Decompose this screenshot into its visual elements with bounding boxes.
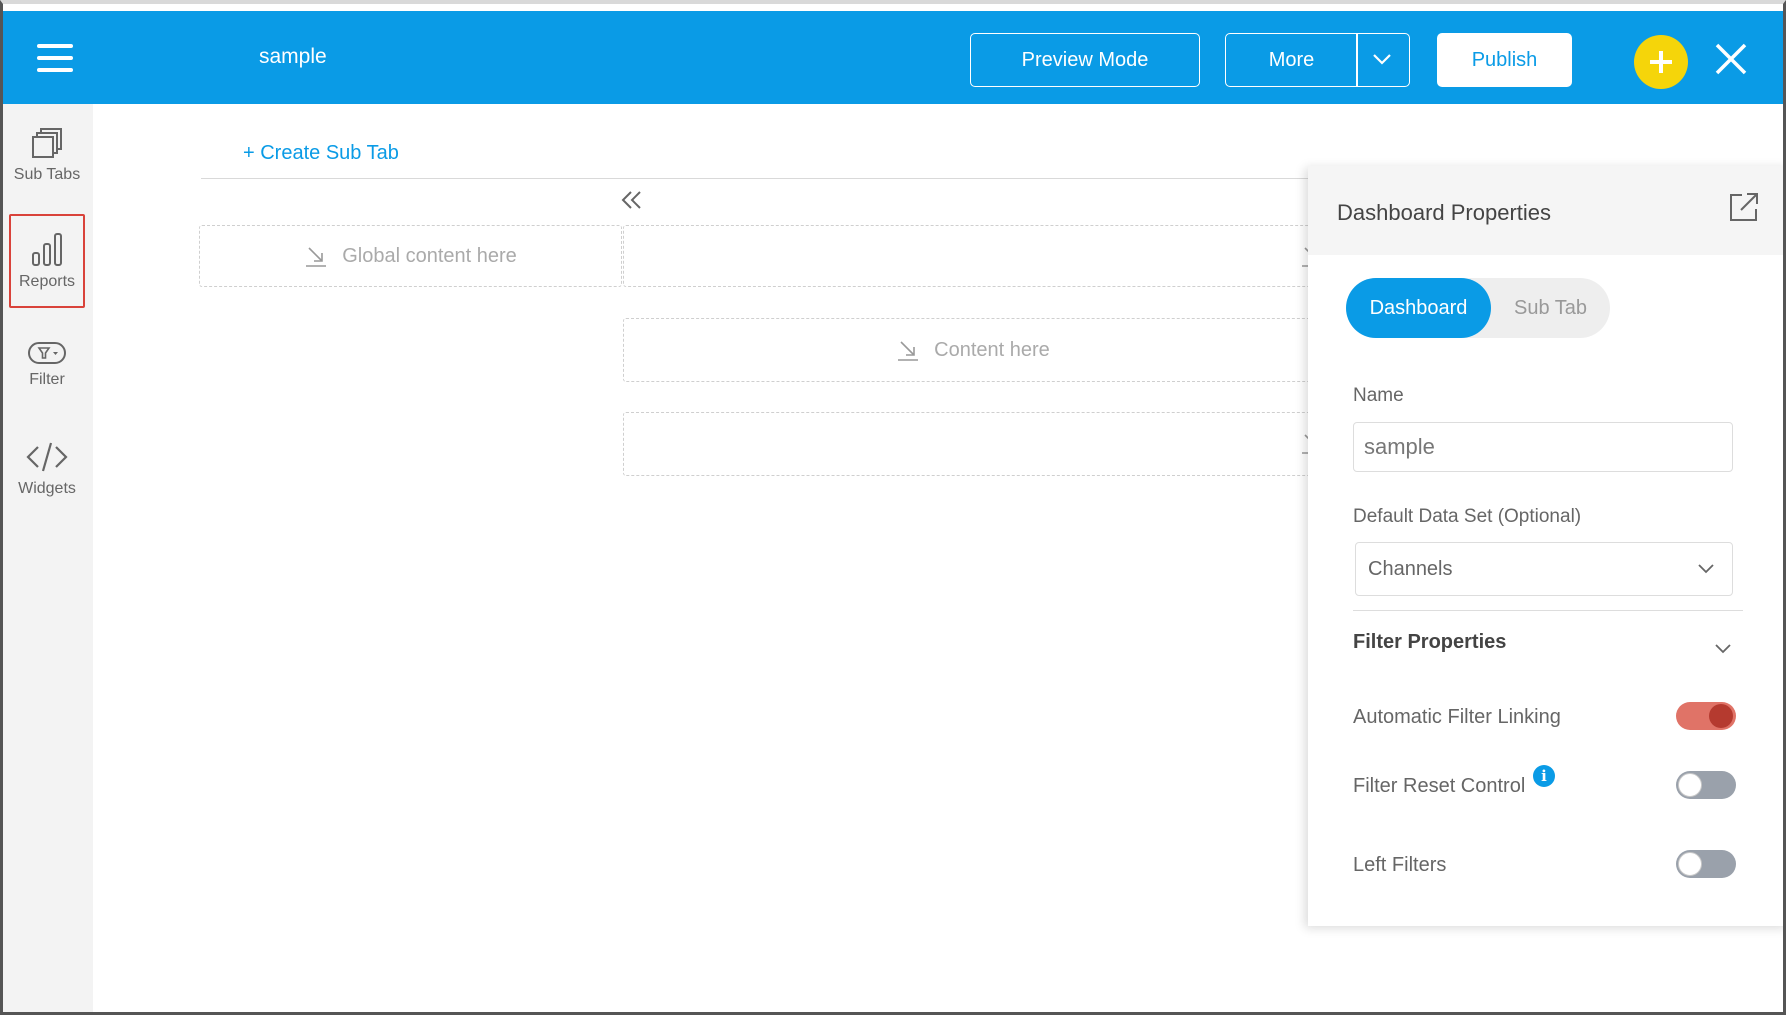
publish-button[interactable]: Publish	[1437, 33, 1572, 87]
left-filters-toggle[interactable]	[1676, 850, 1736, 878]
dataset-selected-value: Channels	[1368, 557, 1453, 580]
stacked-pages-icon	[32, 128, 62, 158]
toggle-knob	[1709, 704, 1733, 728]
sidebar-item-label: Sub Tabs	[13, 166, 81, 183]
section-divider	[1353, 610, 1743, 611]
drop-arrow-icon	[306, 247, 327, 267]
drop-zone-label: Content here	[934, 338, 1050, 361]
content-drop-zone[interactable]: Content here	[623, 318, 1323, 382]
top-content-drop-zone[interactable]	[623, 225, 1323, 287]
default-dataset-label: Default Data Set (Optional)	[1353, 506, 1582, 527]
sidebar-item-widgets[interactable]: Widgets	[9, 424, 85, 514]
toggle-label: Automatic Filter Linking	[1353, 706, 1561, 728]
automatic-filter-linking-row: Automatic Filter Linking	[1353, 698, 1743, 738]
toggle-label: Left Filters	[1353, 854, 1447, 876]
preview-mode-button[interactable]: Preview Mode	[970, 33, 1200, 87]
bottom-content-drop-zone[interactable]	[623, 412, 1323, 476]
code-icon	[26, 442, 68, 472]
sidebar-item-label: Reports	[18, 273, 76, 290]
panel-title: Dashboard Properties	[1337, 200, 1552, 225]
name-label: Name	[1353, 385, 1404, 406]
left-sidebar: Sub Tabs Reports Filter Widgets	[3, 104, 93, 1012]
dashboard-properties-panel: Dashboard Properties Dashboard Sub Tab N…	[1308, 166, 1783, 926]
filter-properties-label: Filter Properties	[1353, 631, 1507, 653]
sidebar-item-label: Widgets	[18, 480, 76, 497]
segment-sub-tab[interactable]: Sub Tab	[1491, 278, 1610, 338]
add-button[interactable]	[1634, 35, 1688, 89]
sidebar-item-filter[interactable]: Filter	[9, 320, 85, 410]
dashboard-title: sample	[259, 45, 327, 68]
create-sub-tab-link[interactable]: + Create Sub Tab	[243, 142, 399, 165]
left-filters-row: Left Filters	[1353, 846, 1743, 886]
global-content-drop-zone[interactable]: Global content here	[199, 225, 622, 287]
chevron-down-icon	[1715, 644, 1731, 654]
drop-arrow-icon	[898, 341, 919, 361]
bar-chart-icon	[32, 233, 62, 266]
sidebar-item-sub-tabs[interactable]: Sub Tabs	[9, 110, 85, 200]
filter-properties-header[interactable]: Filter Properties	[1353, 631, 1743, 671]
filter-reset-control-row: Filter Reset Control i	[1353, 765, 1743, 807]
segment-dashboard[interactable]: Dashboard	[1346, 278, 1491, 338]
hamburger-menu-icon[interactable]	[37, 44, 73, 72]
automatic-filter-linking-toggle[interactable]	[1676, 702, 1736, 730]
tab-strip-divider	[201, 178, 1311, 179]
toggle-label: Filter Reset Control	[1353, 775, 1526, 797]
more-label: More	[1268, 48, 1315, 71]
more-button[interactable]: More	[1225, 33, 1410, 87]
info-icon[interactable]: i	[1533, 765, 1555, 787]
default-dataset-select[interactable]: Channels	[1355, 542, 1733, 596]
top-bar: sample Preview Mode More Publish	[3, 11, 1783, 104]
chevron-down-icon[interactable]	[1371, 48, 1393, 70]
toggle-knob	[1678, 773, 1702, 797]
panel-header: Dashboard Properties	[1308, 166, 1783, 255]
filter-reset-control-toggle[interactable]	[1676, 771, 1736, 799]
drop-zone-label: Global content here	[342, 244, 517, 267]
sidebar-item-label: Filter	[29, 371, 65, 388]
more-divider	[1356, 34, 1358, 86]
plus-icon	[1650, 51, 1672, 73]
sidebar-item-reports[interactable]: Reports	[9, 214, 85, 308]
name-field[interactable]	[1353, 422, 1733, 472]
chevron-down-icon	[1698, 564, 1714, 574]
filter-icon	[28, 342, 66, 364]
properties-scope-toggle: Dashboard Sub Tab	[1346, 278, 1610, 338]
popout-icon[interactable]	[1728, 191, 1760, 223]
double-chevron-left-icon[interactable]	[620, 188, 646, 212]
toggle-knob	[1678, 852, 1702, 876]
app-window: sample Preview Mode More Publish Sub Tab…	[0, 0, 1786, 1015]
close-icon[interactable]	[1711, 39, 1751, 79]
